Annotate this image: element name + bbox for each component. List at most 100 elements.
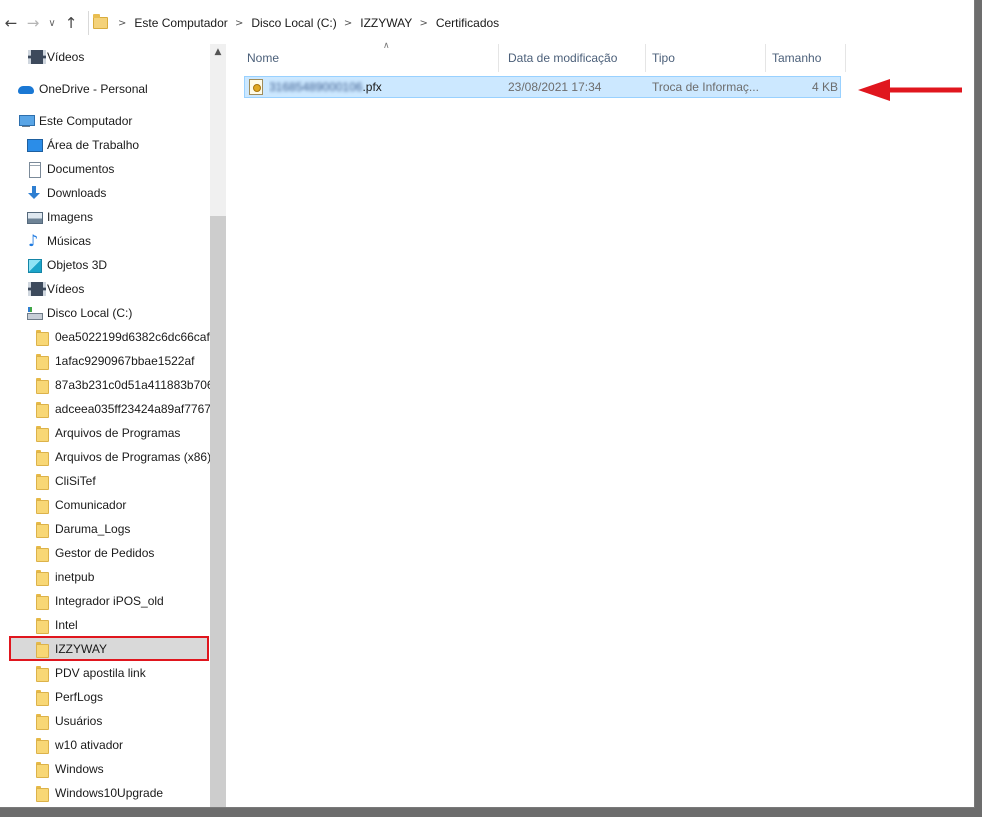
nav-item-folder[interactable]: inetpub (34, 566, 210, 588)
folder-icon (34, 425, 50, 442)
nav-item-folder[interactable]: PerfLogs (34, 686, 210, 708)
download-icon (26, 185, 42, 201)
nav-item-folder[interactable]: Integrador iPOS_old (34, 590, 210, 612)
nav-item-label: Windows10Upgrade (55, 786, 164, 800)
nav-item-label: Imagens (47, 210, 94, 224)
cloud-icon (18, 81, 34, 97)
nav-item-folder[interactable]: 1afac9290967bbae1522af (34, 350, 210, 372)
nav-item-folder[interactable]: Intel (34, 614, 210, 636)
nav-item-videos-top[interactable]: Vídeos (26, 46, 210, 68)
nav-item-folder[interactable]: 0ea5022199d6382c6dc66cafc7 (34, 326, 210, 348)
nav-item-label: CliSiTef (55, 474, 96, 488)
video-icon (26, 49, 46, 65)
nav-item-label: Este Computador (39, 114, 133, 128)
chevron-right-icon: > (340, 17, 353, 29)
nav-item-folder[interactable]: Gestor de Pedidos (34, 542, 210, 564)
desktop-icon (26, 137, 43, 153)
nav-item-label: inetpub (55, 570, 95, 584)
nav-item-videos[interactable]: Vídeos (26, 278, 210, 300)
file-name: 31685489000106.pfx (269, 77, 499, 97)
nav-item-label: adceea035ff23424a89af77670e (55, 402, 210, 416)
file-list: ∧ Nome Data de modificação Tipo Tamanho … (226, 41, 974, 807)
scroll-up-icon[interactable]: ▲ (210, 44, 226, 60)
breadcrumb-item[interactable]: > IZZYWAY (337, 16, 412, 30)
nav-item-3d-objects[interactable]: Objetos 3D (26, 254, 210, 276)
recent-locations-button[interactable]: ∨ (44, 10, 60, 36)
nav-item-desktop[interactable]: Área de Trabalho (26, 134, 210, 156)
nav-item-label: Downloads (47, 186, 107, 200)
annotation-highlight-box (9, 636, 209, 661)
folder-icon (34, 329, 50, 346)
nav-item-folder[interactable]: CliSiTef (34, 470, 210, 492)
back-button[interactable]: ← (0, 10, 22, 36)
nav-item-onedrive[interactable]: OneDrive - Personal (18, 78, 210, 100)
file-extension: .pfx (362, 80, 382, 94)
breadcrumb-item[interactable]: > Este Computador (114, 16, 228, 30)
folder-icon (34, 785, 50, 802)
nav-item-this-pc[interactable]: Este Computador (18, 110, 210, 132)
nav-item-label: 87a3b231c0d51a411883b7066 (55, 378, 210, 392)
column-header-date[interactable]: Data de modificação (502, 44, 646, 72)
nav-item-folder[interactable]: w10 ativador (34, 734, 210, 756)
nav-item-label: Área de Trabalho (47, 138, 140, 152)
column-header-label: Tamanho (772, 51, 822, 65)
nav-item-label: OneDrive - Personal (39, 82, 148, 96)
folder-icon (34, 449, 50, 466)
column-header-type[interactable]: Tipo (646, 44, 766, 72)
folder-icon (34, 569, 50, 586)
nav-item-folder[interactable]: Daruma_Logs (34, 518, 210, 540)
nav-item-folder[interactable]: Comunicador (34, 494, 210, 516)
certificate-icon (249, 79, 263, 95)
column-header-size[interactable]: Tamanho (766, 44, 846, 72)
nav-item-label: Usuários (55, 714, 103, 728)
nav-item-label: w10 ativador (55, 738, 124, 752)
nav-item-label: Windows (55, 762, 104, 776)
nav-item-folder[interactable]: Arquivos de Programas (x86) (34, 446, 210, 468)
file-name-redacted: 31685489000106 (269, 80, 363, 94)
address-bar: ← → ∨ ↑ > Este Computador > Disco Local (C… (0, 8, 974, 38)
nav-item-folder[interactable]: Arquivos de Programas (34, 422, 210, 444)
nav-item-pictures[interactable]: Imagens (26, 206, 210, 228)
nav-item-label: 0ea5022199d6382c6dc66cafc7 (55, 330, 210, 344)
forward-button[interactable]: → (22, 10, 44, 36)
nav-item-label: Comunicador (55, 498, 127, 512)
nav-item-documents[interactable]: Documentos (26, 158, 210, 180)
nav-item-downloads[interactable]: Downloads (26, 182, 210, 204)
sort-ascending-icon: ∧ (383, 41, 390, 51)
folder-icon (93, 14, 108, 29)
nav-item-label: Arquivos de Programas (55, 426, 181, 440)
arrow-left-icon: ← (4, 14, 18, 32)
nav-item-label: Documentos (47, 162, 115, 176)
folder-icon (34, 713, 50, 730)
nav-item-folder[interactable]: Windows (34, 758, 210, 780)
folder-icon (34, 665, 50, 682)
folder-icon (34, 377, 50, 394)
folder-icon (34, 521, 50, 538)
nav-item-folder[interactable]: 87a3b231c0d51a411883b7066 (34, 374, 210, 396)
nav-item-label: 1afac9290967bbae1522af (55, 354, 195, 368)
nav-item-label: Gestor de Pedidos (55, 546, 155, 560)
breadcrumb-item[interactable]: > Disco Local (C:) (228, 16, 337, 30)
file-explorer-window: ← → ∨ ↑ > Este Computador > Disco Local (C… (0, 0, 975, 808)
nav-item-music[interactable]: Músicas (26, 230, 210, 252)
folder-icon (34, 593, 50, 610)
nav-item-label: Objetos 3D (47, 258, 108, 272)
nav-item-folder[interactable]: Usuários (34, 710, 210, 732)
nav-item-folder[interactable]: Windows10Upgrade (34, 782, 210, 804)
breadcrumb[interactable]: > Este Computador > Disco Local (C:) > IZZY… (88, 11, 958, 35)
nav-scrollbar[interactable]: ▲ (210, 44, 226, 807)
column-header-name[interactable]: ∧ Nome (241, 41, 499, 72)
folder-icon (34, 761, 50, 778)
nav-item-label: Daruma_Logs (55, 522, 131, 536)
nav-item-local-disk[interactable]: Disco Local (C:) (26, 302, 210, 324)
cube-icon (26, 257, 42, 273)
nav-item-folder[interactable]: PDV apostila link (34, 662, 210, 684)
up-button[interactable]: ↑ (60, 10, 82, 36)
chevron-right-icon: > (416, 17, 428, 29)
file-row[interactable]: 31685489000106.pfx 23/08/2021 17:34 Troc… (244, 76, 841, 98)
nav-item-folder[interactable]: adceea035ff23424a89af77670e (34, 398, 210, 420)
file-type: Troca de Informaç... (652, 80, 759, 94)
breadcrumb-item[interactable]: > Certificados (412, 16, 499, 30)
scrollbar-thumb[interactable] (210, 216, 226, 807)
nav-item-label: PerfLogs (55, 690, 104, 704)
